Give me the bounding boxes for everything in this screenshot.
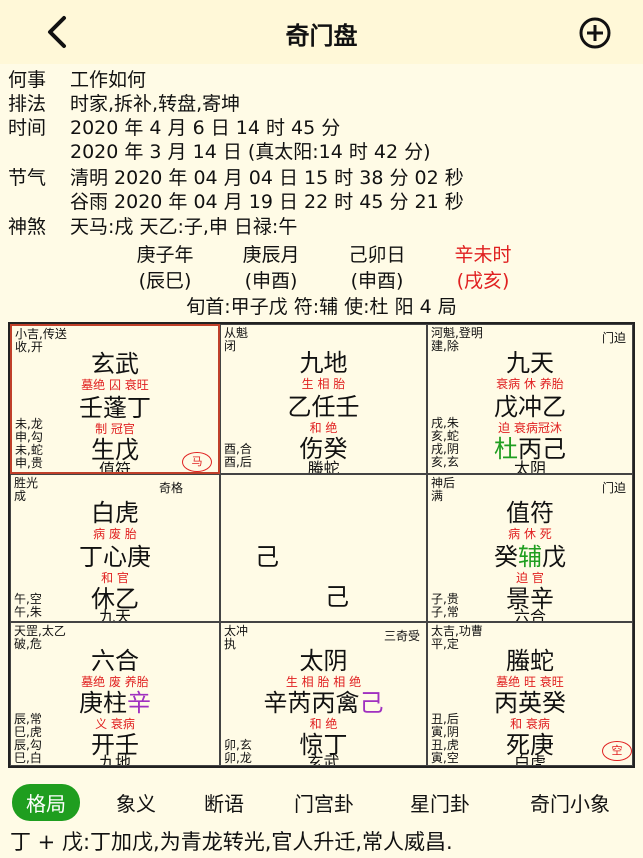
tab-bar: 格局 象义 断语 门宫卦 星门卦 奇门小象 xyxy=(0,782,643,821)
time-value-1: 2020 年 4 月 6 日 14 时 45 分 xyxy=(70,117,341,139)
pillar-day: 己卯日 (申酉) xyxy=(348,244,406,292)
time-row-2: 2020 年 3 月 14 日 (真太阳:14 时 42 分) xyxy=(70,140,431,164)
pillar-year: 庚子年 (辰巳) xyxy=(136,244,194,292)
empty-stamp: 空 xyxy=(602,741,632,761)
tab-geju[interactable]: 格局 xyxy=(12,784,80,821)
palace-5[interactable]: 己 己 xyxy=(220,474,427,622)
tab-mengonggua[interactable]: 门宫卦 xyxy=(294,788,354,817)
shensha-value: 天马:戌 天乙:子,申 日禄:午 xyxy=(70,216,298,238)
palace-3[interactable]: 河魁,登明 建,除 门迫 九天 衰病 休 养胎 戊冲乙 迫 衰病冠沐 杜丙己 戌,… xyxy=(427,324,633,474)
method-row: 排法 时家,拆补,转盘,寄坤 xyxy=(8,93,241,115)
shensha-row: 神煞 天马:戌 天乙:子,申 日禄:午 xyxy=(8,216,298,238)
palace-7[interactable]: 天罡,太乙 破,危 六合 墓绝 废 养胎 庚柱辛 义 衰病 开壬 辰,常 巳,虎 辰,… xyxy=(10,622,220,766)
tab-duanyu[interactable]: 断语 xyxy=(204,788,244,817)
palace-2[interactable]: 从魁闭 九地 生 相 胎 乙任壬 和 绝 伤癸 酉,合 酉,后 螣蛇 xyxy=(220,324,427,474)
palace-4[interactable]: 胜光成 奇格 白虎 病 废 胎 丁心庚 和 官 休乙 午,空 午,朱 九天 xyxy=(10,474,220,622)
horse-stamp: 马 xyxy=(182,452,212,472)
palace-8[interactable]: 太冲执 三奇受 太阴 生 相 胎 相 绝 辛芮丙禽己 和 绝 惊丁 卯,玄 卯,龙… xyxy=(220,622,427,766)
term-value-2: 谷雨 2020 年 04 月 19 日 22 时 45 分 21 秒 xyxy=(70,191,464,213)
plus-circle-icon[interactable] xyxy=(575,16,615,50)
qimen-grid: 小吉,传送 收,开 玄武 墓绝 囚 衰旺 壬蓬丁 制 冠官 生戊 未,龙 申,勾 未,… xyxy=(8,322,635,768)
tab-qimenxiaoxiang[interactable]: 奇门小象 xyxy=(530,788,643,817)
term-value-1: 清明 2020 年 04 月 04 日 15 时 38 分 02 秒 xyxy=(70,167,464,189)
tab-xiangyi[interactable]: 象义 xyxy=(116,788,156,817)
palace-god: 玄武 xyxy=(91,350,139,378)
time-row: 时间 2020 年 4 月 6 日 14 时 45 分 xyxy=(8,117,341,139)
palace-9[interactable]: 太吉,功曹 平,定 螣蛇 墓绝 旺 衰旺 丙英癸 和 衰病 死庚 丑,后 寅,阴 丑,… xyxy=(427,622,633,766)
time-value-2: 2020 年 3 月 14 日 (真太阳:14 时 42 分) xyxy=(70,141,431,163)
term-row: 节气 清明 2020 年 04 月 04 日 15 时 38 分 02 秒 xyxy=(8,167,464,189)
pattern-description: 丁 + 戊:丁加戊,为青龙转光,官人升迁,常人威昌. xyxy=(10,830,453,854)
tab-xingmengua[interactable]: 星门卦 xyxy=(410,788,470,817)
palace-1[interactable]: 小吉,传送 收,开 玄武 墓绝 囚 衰旺 壬蓬丁 制 冠官 生戊 未,龙 申,勾 未,… xyxy=(10,324,220,474)
matter-value: 工作如何 xyxy=(70,69,147,91)
xunshou-line: 旬首:甲子戊 符:辅 使:杜 阳 4 局 xyxy=(186,296,457,318)
top-bar: 奇门盘 xyxy=(0,0,643,64)
page-title: 奇门盘 xyxy=(285,22,358,50)
matter-row: 何事 工作如何 xyxy=(8,69,147,91)
palace-6[interactable]: 神后满 门迫 值符 病 休 死 癸辅戊 迫 官 景辛 子,贵 子,常 六合 xyxy=(427,474,633,622)
method-value: 时家,拆补,转盘,寄坤 xyxy=(70,93,241,115)
pillar-month: 庚辰月 (申酉) xyxy=(242,244,300,292)
pillar-hour: 辛未时 (戌亥) xyxy=(454,244,512,292)
term-row-2: 谷雨 2020 年 04 月 19 日 22 时 45 分 21 秒 xyxy=(70,190,464,214)
